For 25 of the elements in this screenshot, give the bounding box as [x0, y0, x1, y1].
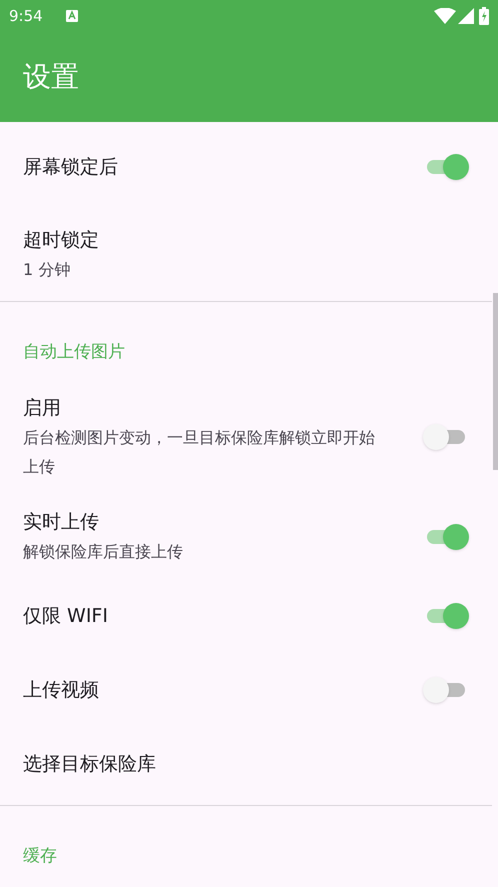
wifi-icon [434, 8, 456, 24]
settings-item[interactable]: 选择目标保险库 [0, 727, 492, 801]
settings-item[interactable]: 上传视频 [0, 653, 492, 727]
settings-item[interactable]: 超时锁定 1 分钟 [0, 212, 492, 297]
status-time: 9:54 [9, 6, 43, 27]
app-bar-title: 设置 [23, 59, 79, 95]
keyboard-icon [64, 9, 79, 23]
item-summary: 1 分钟 [23, 259, 72, 281]
settings-item[interactable]: 屏幕锁定后 [0, 122, 492, 212]
section-header: 自动上传图片 [23, 341, 125, 364]
section-header: 缓存 [23, 845, 57, 868]
item-title: 选择目标保险库 [23, 752, 157, 777]
settings-item[interactable]: 仅限 WIFI [0, 579, 492, 653]
item-summary: 后台检测图片变动，一旦目标保险库解锁立即开始上传 [23, 427, 376, 478]
item-title: 超时锁定 [23, 228, 100, 253]
settings-item[interactable]: 实时上传 解锁保险库后直接上传 [0, 494, 492, 579]
item-summary: 解锁保险库后直接上传 [23, 541, 184, 563]
item-title: 仅限 WIFI [23, 604, 109, 629]
settings-item[interactable]: 启用 后台检测图片变动，一旦目标保险库解锁立即开始上传 [0, 380, 492, 494]
battery-icon [479, 7, 489, 25]
item-title: 屏幕锁定后 [23, 155, 119, 180]
item-title: 上传视频 [23, 678, 100, 703]
item-title: 启用 [23, 396, 62, 421]
signal-icon [458, 8, 474, 24]
item-title: 实时上传 [23, 510, 100, 535]
